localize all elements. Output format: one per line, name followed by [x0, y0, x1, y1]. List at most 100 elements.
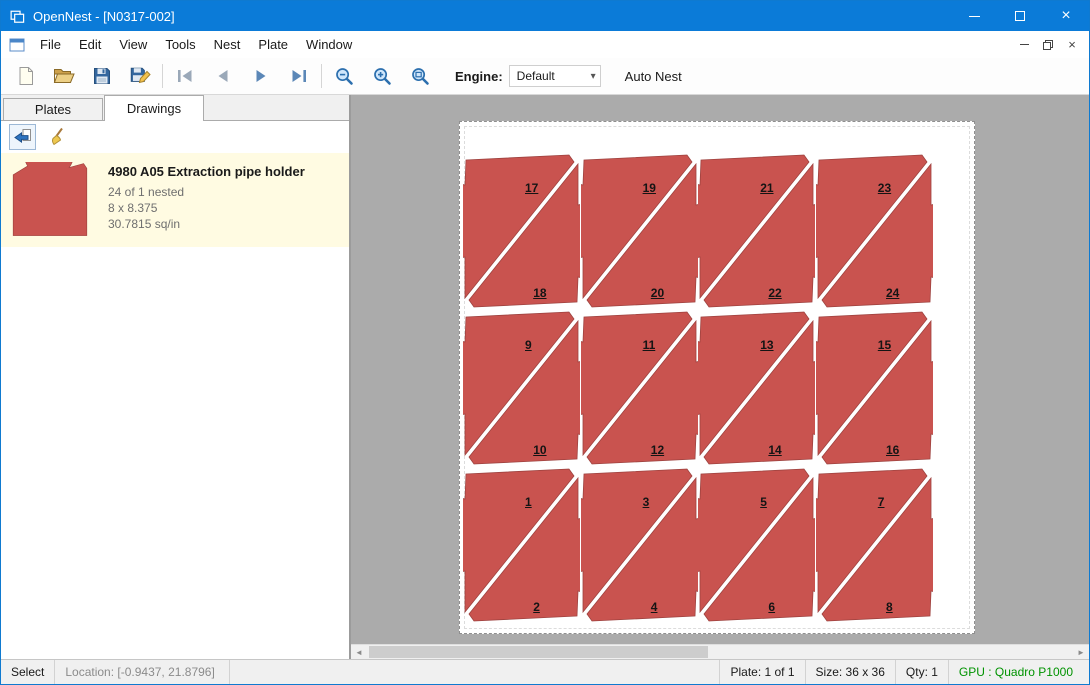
open-button[interactable] [47, 61, 81, 91]
mdi-minimize-button[interactable] [1013, 35, 1035, 55]
close-icon: × [1061, 8, 1070, 24]
part-number[interactable]: 14 [768, 443, 781, 457]
drawings-toolbar [1, 121, 349, 153]
zoom-fit-button[interactable] [403, 61, 437, 91]
part-number[interactable]: 3 [643, 495, 650, 509]
drawing-area: 30.7815 sq/in [108, 216, 305, 232]
part-number[interactable]: 8 [886, 600, 893, 614]
last-icon [289, 68, 309, 84]
last-plate-button[interactable] [282, 61, 316, 91]
previous-icon [213, 68, 233, 84]
open-folder-icon [53, 67, 75, 85]
window-title: OpenNest - [N0317-002] [33, 9, 175, 24]
part-number[interactable]: 5 [760, 495, 767, 509]
part-number[interactable]: 19 [643, 181, 656, 195]
nest-canvas[interactable]: 171819202122232491011121314151612345678 … [351, 95, 1089, 659]
toolbar: Engine: Default ▾ Auto Nest [1, 58, 1089, 95]
scrollbar-thumb[interactable] [369, 646, 708, 658]
nested-part-pair[interactable]: 1516 [816, 310, 933, 466]
drawing-title: 4980 A05 Extraction pipe holder [108, 164, 305, 179]
scroll-right-icon[interactable]: ► [1073, 645, 1089, 659]
part-number[interactable]: 12 [651, 443, 664, 457]
status-size: Size: 36 x 36 [805, 660, 895, 684]
mdi-close-button[interactable]: × [1061, 35, 1083, 55]
horizontal-scrollbar[interactable]: ◄ ► [351, 644, 1089, 659]
nested-part-pair[interactable]: 78 [816, 467, 933, 623]
menu-nest[interactable]: Nest [205, 31, 250, 58]
broom-icon [48, 127, 68, 147]
save-button[interactable] [85, 61, 119, 91]
part-number[interactable]: 11 [643, 338, 656, 352]
menu-view[interactable]: View [110, 31, 156, 58]
import-drawing-button[interactable] [9, 124, 36, 150]
close-button[interactable]: × [1043, 1, 1089, 31]
part-number[interactable]: 23 [878, 181, 891, 195]
nested-part-pair[interactable]: 1920 [581, 153, 698, 309]
nested-part-pair[interactable]: 34 [581, 467, 698, 623]
nested-part-pair[interactable]: 12 [463, 467, 580, 623]
drawing-list-item[interactable]: 4980 A05 Extraction pipe holder 24 of 1 … [1, 153, 349, 247]
zoom-out-button[interactable] [327, 61, 361, 91]
nested-part-pair[interactable]: 21 22 [698, 153, 815, 309]
nested-part-pair[interactable]: 56 [698, 467, 815, 623]
drawings-panel: 4980 A05 Extraction pipe holder 24 of 1 … [1, 121, 349, 659]
part-number[interactable]: 22 [768, 286, 781, 300]
mdi-restore-button[interactable] [1037, 35, 1059, 55]
nested-part-pair[interactable]: 1718 [463, 153, 580, 309]
zoom-fit-icon [410, 66, 430, 86]
auto-nest-button[interactable]: Auto Nest [619, 66, 688, 87]
part-number[interactable]: 24 [886, 286, 899, 300]
new-button[interactable] [9, 61, 43, 91]
next-icon [251, 68, 271, 84]
menu-file[interactable]: File [31, 31, 70, 58]
scroll-left-icon[interactable]: ◄ [351, 645, 367, 659]
menu-plate[interactable]: Plate [249, 31, 297, 58]
part-number[interactable]: 18 [533, 286, 546, 300]
minimize-icon [969, 16, 980, 17]
maximize-button[interactable] [997, 1, 1043, 31]
new-file-icon [16, 66, 36, 86]
save-edit-icon [129, 66, 151, 86]
minimize-button[interactable] [951, 1, 997, 31]
titlebar: OpenNest - [N0317-002] × [1, 1, 1089, 31]
status-location: Location: [-0.9437, 21.8796] [55, 660, 230, 684]
nested-part-pair[interactable]: 13 14 [698, 310, 815, 466]
part-number[interactable]: 13 [760, 338, 773, 352]
tab-drawings[interactable]: Drawings [104, 95, 204, 121]
previous-plate-button[interactable] [206, 61, 240, 91]
first-plate-button[interactable] [168, 61, 202, 91]
part-number[interactable]: 15 [878, 338, 891, 352]
part-number[interactable]: 6 [768, 600, 775, 614]
nested-part-pair[interactable]: 11 12 [581, 310, 698, 466]
import-drawing-icon [13, 127, 33, 147]
status-qty: Qty: 1 [895, 660, 948, 684]
app-icon [10, 9, 25, 24]
next-plate-button[interactable] [244, 61, 278, 91]
menu-edit[interactable]: Edit [70, 31, 110, 58]
plate-blocks: 171819202122232491011121314151612345678 [460, 122, 974, 633]
plate[interactable]: 171819202122232491011121314151612345678 [459, 121, 975, 634]
part-number[interactable]: 7 [878, 495, 885, 509]
tab-plates[interactable]: Plates [3, 98, 103, 120]
part-number[interactable]: 4 [651, 600, 658, 614]
engine-select[interactable]: Default ▾ [509, 65, 601, 87]
save-as-button[interactable] [123, 61, 157, 91]
part-number[interactable]: 21 [760, 181, 773, 195]
menu-tools[interactable]: Tools [156, 31, 204, 58]
chevron-down-icon: ▾ [591, 71, 596, 82]
nested-part-pair[interactable]: 23 24 [816, 153, 933, 309]
part-number[interactable]: 16 [886, 443, 899, 457]
status-spacer [230, 660, 719, 684]
part-number[interactable]: 17 [525, 181, 538, 195]
part-number[interactable]: 1 [525, 495, 532, 509]
zoom-in-button[interactable] [365, 61, 399, 91]
part-number[interactable]: 20 [651, 286, 664, 300]
part-number[interactable]: 10 [533, 443, 546, 457]
save-icon [92, 66, 112, 86]
menu-window[interactable]: Window [297, 31, 361, 58]
clear-drawings-button[interactable] [44, 124, 71, 150]
document-icon[interactable] [9, 38, 25, 52]
part-number[interactable]: 9 [525, 338, 532, 352]
nested-part-pair[interactable]: 9 10 [463, 310, 580, 466]
part-number[interactable]: 2 [533, 600, 540, 614]
